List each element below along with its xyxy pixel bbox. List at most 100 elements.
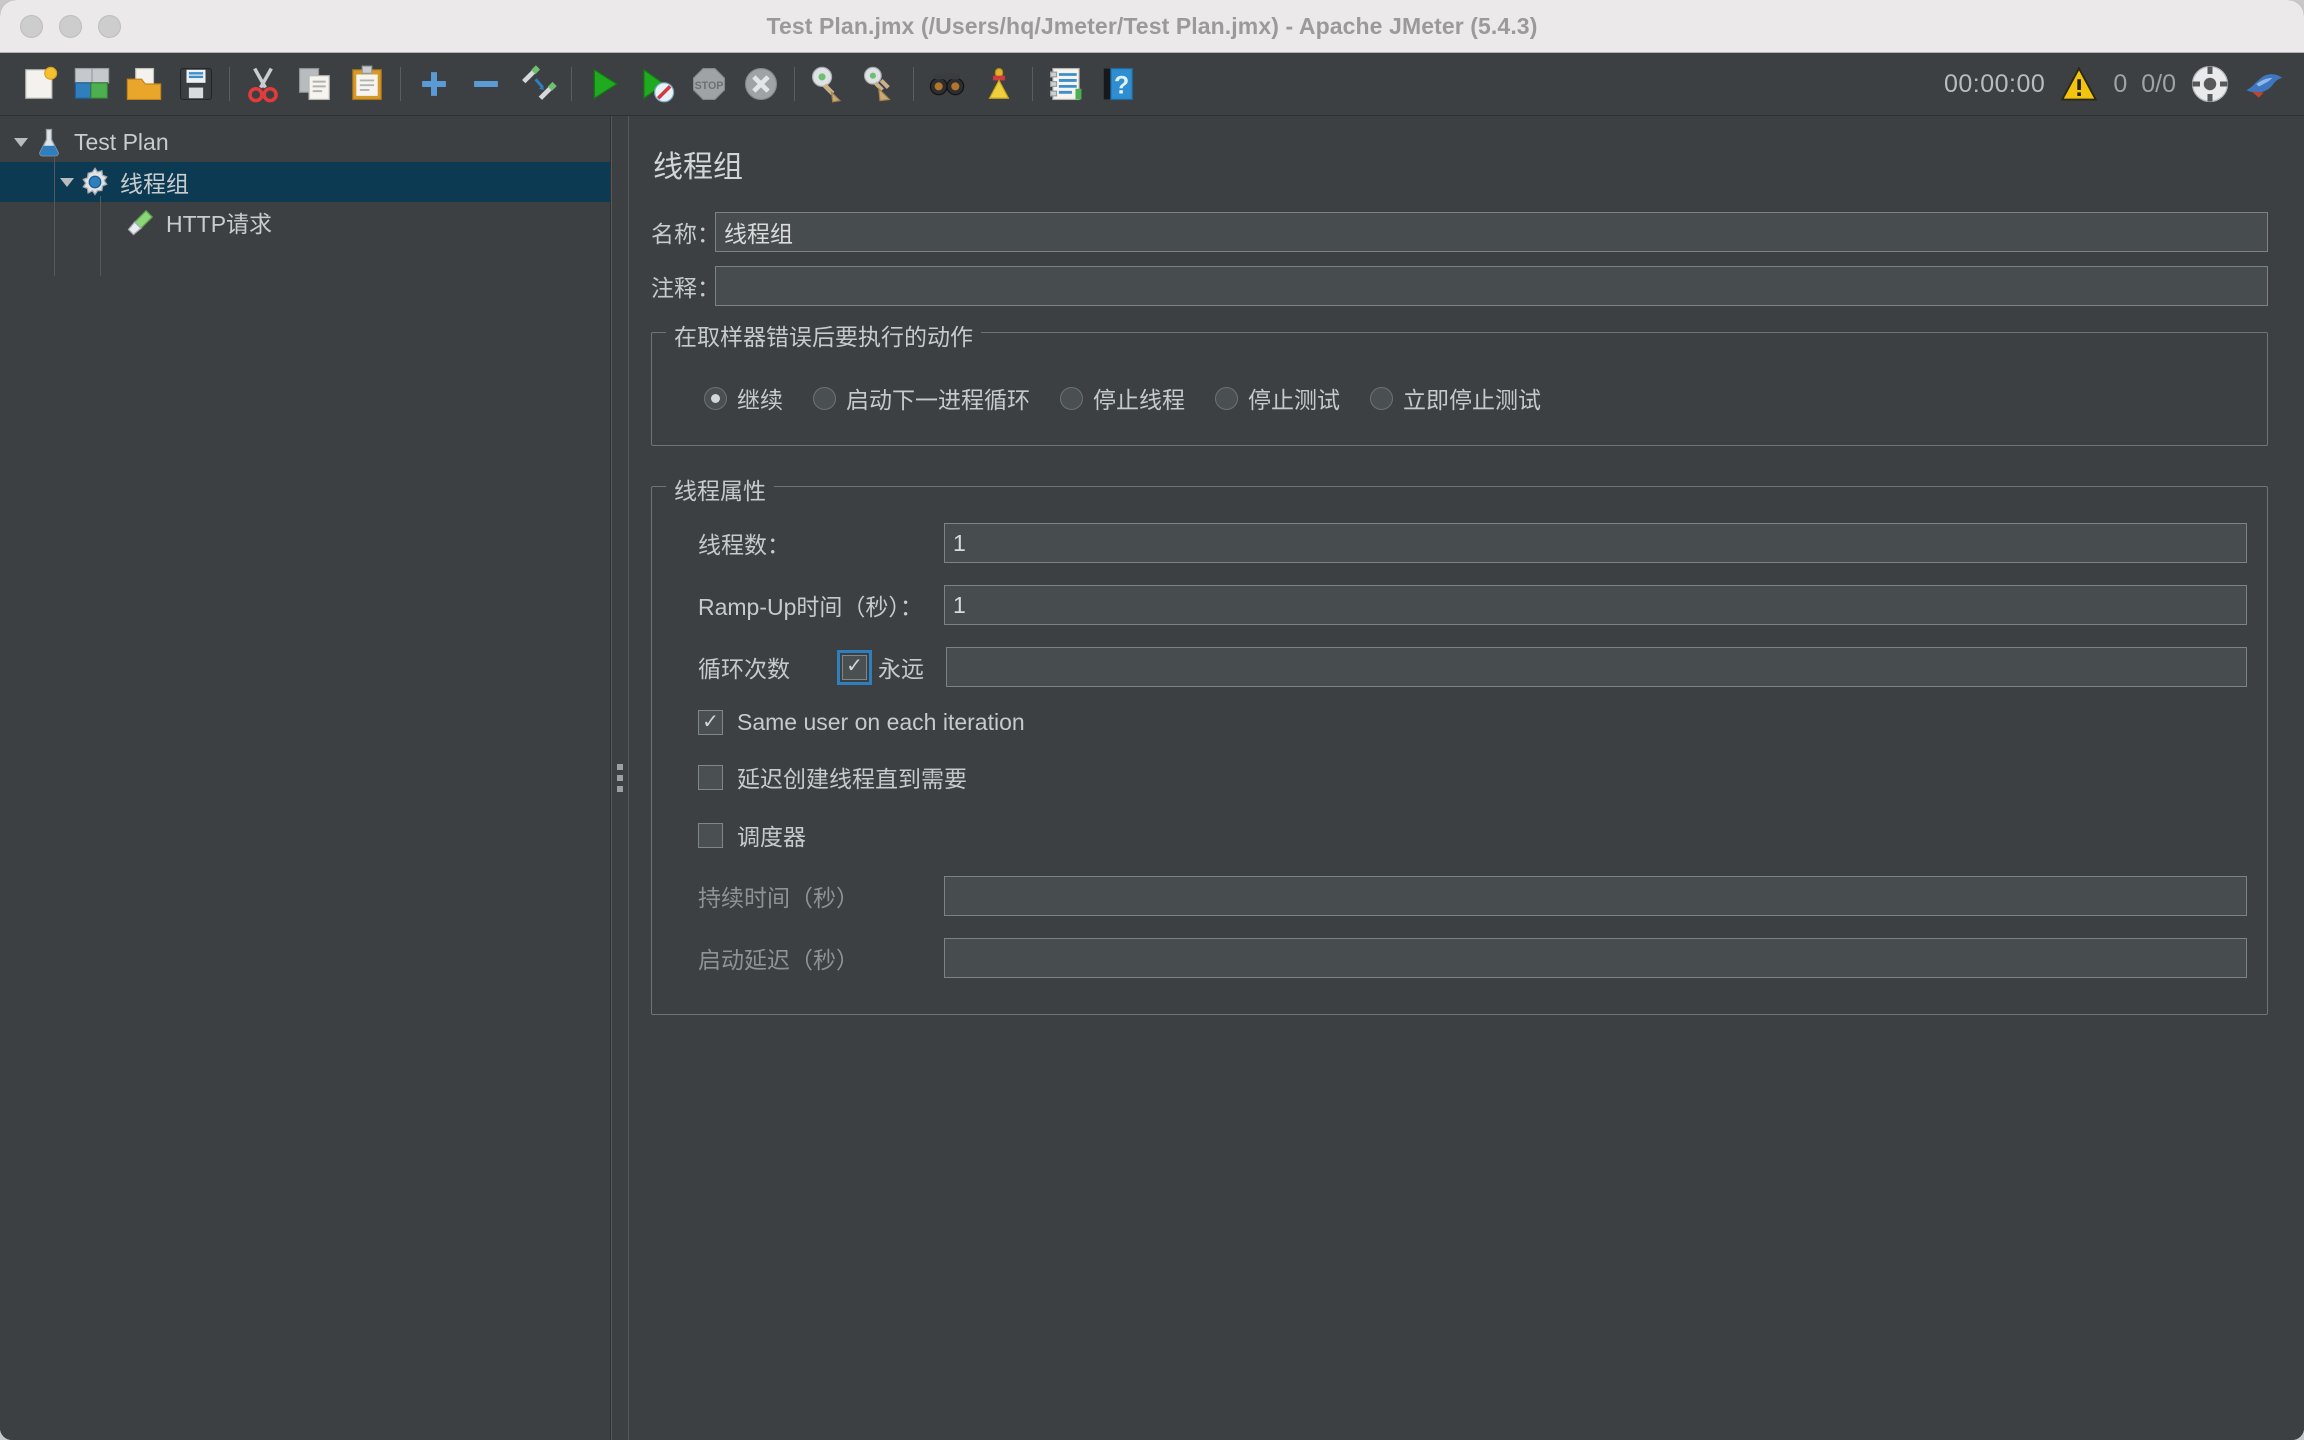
radio-label: 继续 <box>737 381 783 415</box>
ramp-up-input[interactable] <box>944 585 2247 625</box>
warning-triangle-icon[interactable] <box>2059 66 2099 102</box>
test-plan-tree[interactable]: Test Plan 线程组 HTTP请求 <box>0 116 611 1440</box>
radio-button-icon[interactable] <box>813 387 836 410</box>
start-no-pauses-button[interactable] <box>631 59 683 109</box>
checkbox-icon[interactable] <box>698 823 723 848</box>
connector-icon[interactable] <box>2190 64 2230 104</box>
same-user-row[interactable]: Same user on each iteration <box>672 709 2247 736</box>
save-button[interactable] <box>170 59 222 109</box>
new-icon <box>21 65 59 103</box>
loop-count-label: 循环次数 <box>672 650 842 684</box>
tree-node-label: Test Plan <box>74 129 169 156</box>
help-button[interactable]: ? <box>1092 59 1144 109</box>
duration-label: 持续时间（秒） <box>672 879 944 913</box>
loop-count-input[interactable] <box>946 647 2247 687</box>
title-bar: Test Plan.jmx (/Users/hq/Jmeter/Test Pla… <box>0 0 2304 53</box>
chevron-down-icon[interactable] <box>54 162 80 202</box>
toggle-icon <box>519 65 557 103</box>
cut-button[interactable] <box>237 59 289 109</box>
delayed-thread-creation-label: 延迟创建线程直到需要 <box>737 760 967 794</box>
clear-button[interactable] <box>802 59 854 109</box>
window-title: Test Plan.jmx (/Users/hq/Jmeter/Test Pla… <box>0 13 2304 40</box>
function-helper-button[interactable] <box>1040 59 1092 109</box>
start-button[interactable] <box>579 59 631 109</box>
new-button[interactable] <box>14 59 66 109</box>
radio-stop-test-now[interactable]: 立即停止测试 <box>1370 381 1541 415</box>
shutdown-button[interactable] <box>735 59 787 109</box>
radio-stop-test[interactable]: 停止测试 <box>1215 381 1340 415</box>
radio-button-icon[interactable] <box>1060 387 1083 410</box>
splitter-grip-icon[interactable] <box>617 764 623 792</box>
tree-node-http-request[interactable]: HTTP请求 <box>0 202 610 242</box>
checkbox-icon[interactable] <box>698 710 723 735</box>
radio-stop-thread[interactable]: 停止线程 <box>1060 381 1185 415</box>
templates-button[interactable] <box>66 59 118 109</box>
tree-guide-line <box>100 196 101 276</box>
toolbar-group-help: ? <box>1040 59 1144 109</box>
warning-count: 0 <box>2113 70 2127 99</box>
startup-delay-label: 启动延迟（秒） <box>672 941 944 975</box>
toggle-button[interactable] <box>512 59 564 109</box>
radio-button-icon[interactable] <box>1370 387 1393 410</box>
main-toolbar: STOP <box>0 53 2304 116</box>
scheduler-row[interactable]: 调度器 <box>672 818 2247 852</box>
tree-guide-line <box>54 156 55 276</box>
save-icon <box>177 65 215 103</box>
sampler-error-action-radios: 继续 启动下一进程循环 停止线程 停止测试 <box>672 359 2247 431</box>
number-of-threads-input[interactable] <box>944 523 2247 563</box>
name-input[interactable] <box>715 212 2268 252</box>
loop-forever-label: 永远 <box>878 650 924 684</box>
radio-continue[interactable]: 继续 <box>704 381 783 415</box>
same-user-label: Same user on each iteration <box>737 709 1025 736</box>
ramp-up-row: Ramp-Up时间（秒）： <box>672 585 2247 625</box>
ramp-up-label: Ramp-Up时间（秒）： <box>672 588 944 622</box>
radio-button-icon[interactable] <box>704 387 727 410</box>
cut-icon <box>244 65 282 103</box>
paste-button[interactable] <box>341 59 393 109</box>
checkbox-icon[interactable] <box>698 765 723 790</box>
search-button[interactable] <box>921 59 973 109</box>
radio-label: 启动下一进程循环 <box>846 381 1030 415</box>
sampler-error-action-title: 在取样器错误后要执行的动作 <box>666 318 981 352</box>
expand-all-icon <box>415 65 453 103</box>
startup-delay-input[interactable] <box>944 938 2247 978</box>
tree-node-test-plan[interactable]: Test Plan <box>0 122 610 162</box>
radio-start-next-loop[interactable]: 启动下一进程循环 <box>813 381 1030 415</box>
clear-icon <box>809 65 847 103</box>
content-area: Test Plan 线程组 HTTP请求 <box>0 116 2304 1440</box>
toolbar-group-run: STOP <box>579 59 787 109</box>
svg-text:?: ? <box>1114 72 1129 100</box>
start-no-pauses-icon <box>638 65 676 103</box>
collapse-all-button[interactable] <box>460 59 512 109</box>
open-icon <box>125 65 163 103</box>
copy-button[interactable] <box>289 59 341 109</box>
jmeter-window: Test Plan.jmx (/Users/hq/Jmeter/Test Pla… <box>0 0 2304 1440</box>
tree-node-thread-group[interactable]: 线程组 <box>0 162 610 202</box>
toolbar-separator <box>794 67 795 101</box>
thread-group-gear-icon <box>80 167 110 197</box>
expand-all-button[interactable] <box>408 59 460 109</box>
search-reset-button[interactable] <box>973 59 1025 109</box>
delayed-thread-creation-row[interactable]: 延迟创建线程直到需要 <box>672 760 2247 794</box>
toolbar-status-area: 00:00:00 0 0/0 <box>1944 53 2286 115</box>
scheduler-label: 调度器 <box>737 818 806 852</box>
loop-forever-checkbox[interactable]: 永远 <box>842 650 924 684</box>
chevron-down-icon[interactable] <box>8 122 34 162</box>
comment-label: 注释： <box>651 269 715 303</box>
shutdown-icon <box>742 65 780 103</box>
pane-splitter[interactable] <box>611 116 629 1440</box>
templates-icon <box>73 65 111 103</box>
stop-button[interactable]: STOP <box>683 59 735 109</box>
bird-icon[interactable] <box>2244 66 2286 102</box>
function-helper-icon <box>1047 65 1085 103</box>
radio-button-icon[interactable] <box>1215 387 1238 410</box>
radio-label: 停止测试 <box>1248 381 1340 415</box>
start-icon <box>586 65 624 103</box>
comment-row: 注释： <box>651 266 2268 306</box>
comment-input[interactable] <box>715 266 2268 306</box>
checkbox-icon[interactable] <box>842 655 867 680</box>
toolbar-group-tree <box>408 59 564 109</box>
open-button[interactable] <box>118 59 170 109</box>
clear-all-button[interactable] <box>854 59 906 109</box>
duration-input[interactable] <box>944 876 2247 916</box>
